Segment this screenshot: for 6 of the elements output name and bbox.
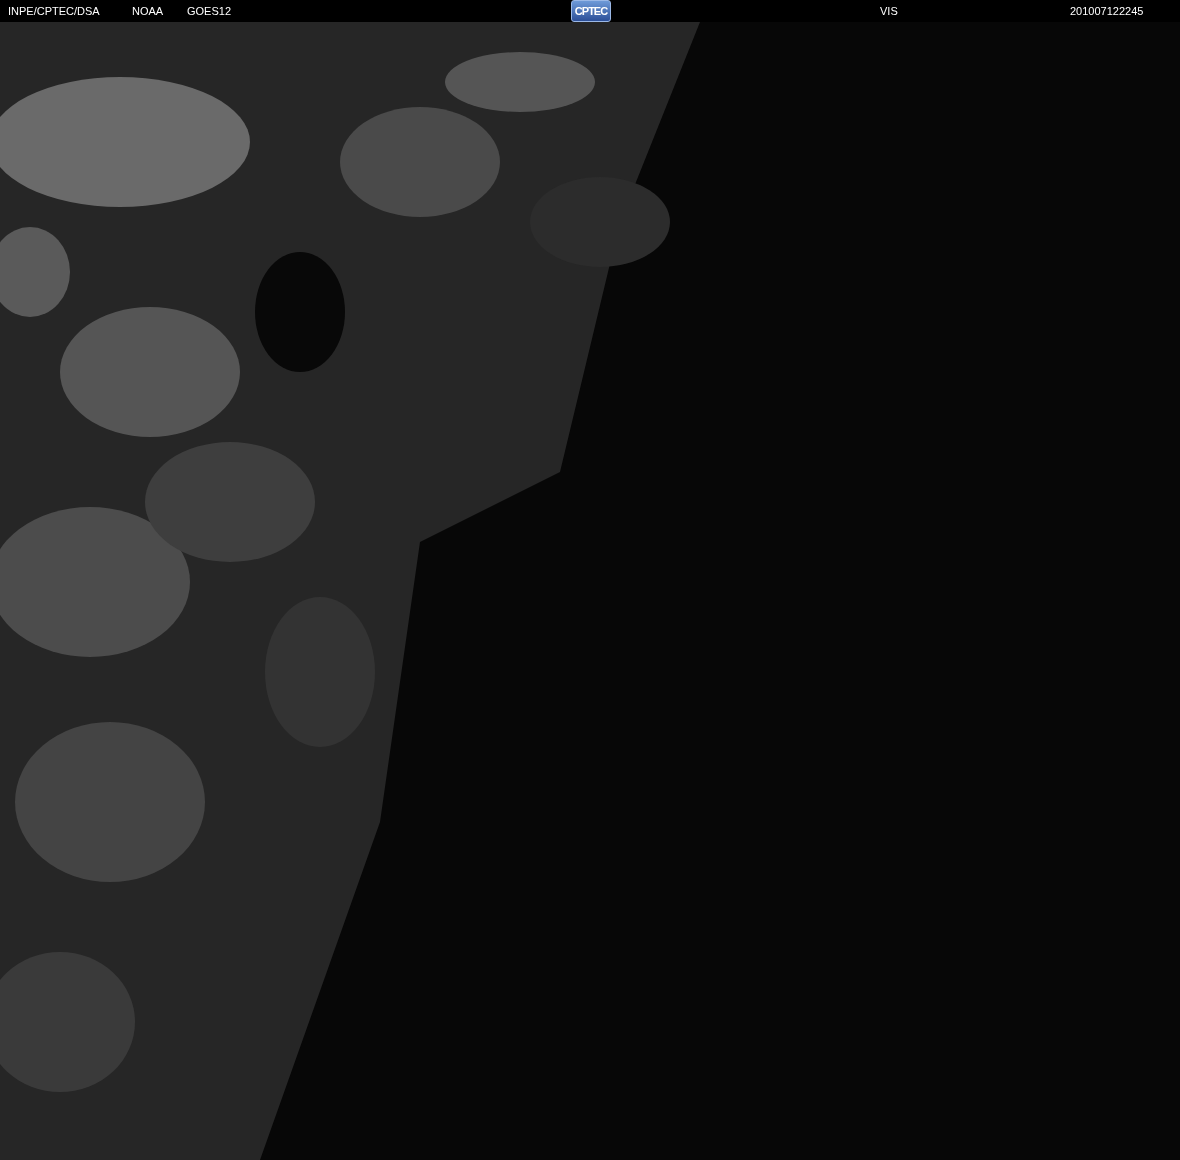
- channel-label: VIS: [880, 5, 899, 17]
- source-label: INPE/CPTEC/DSA: [8, 5, 101, 17]
- timestamp-label: 201007122245: [1070, 5, 1145, 17]
- logo: CPTEC: [571, 0, 611, 22]
- satellite-label: GOES12: [187, 5, 233, 17]
- agency-label: NOAA: [132, 5, 165, 17]
